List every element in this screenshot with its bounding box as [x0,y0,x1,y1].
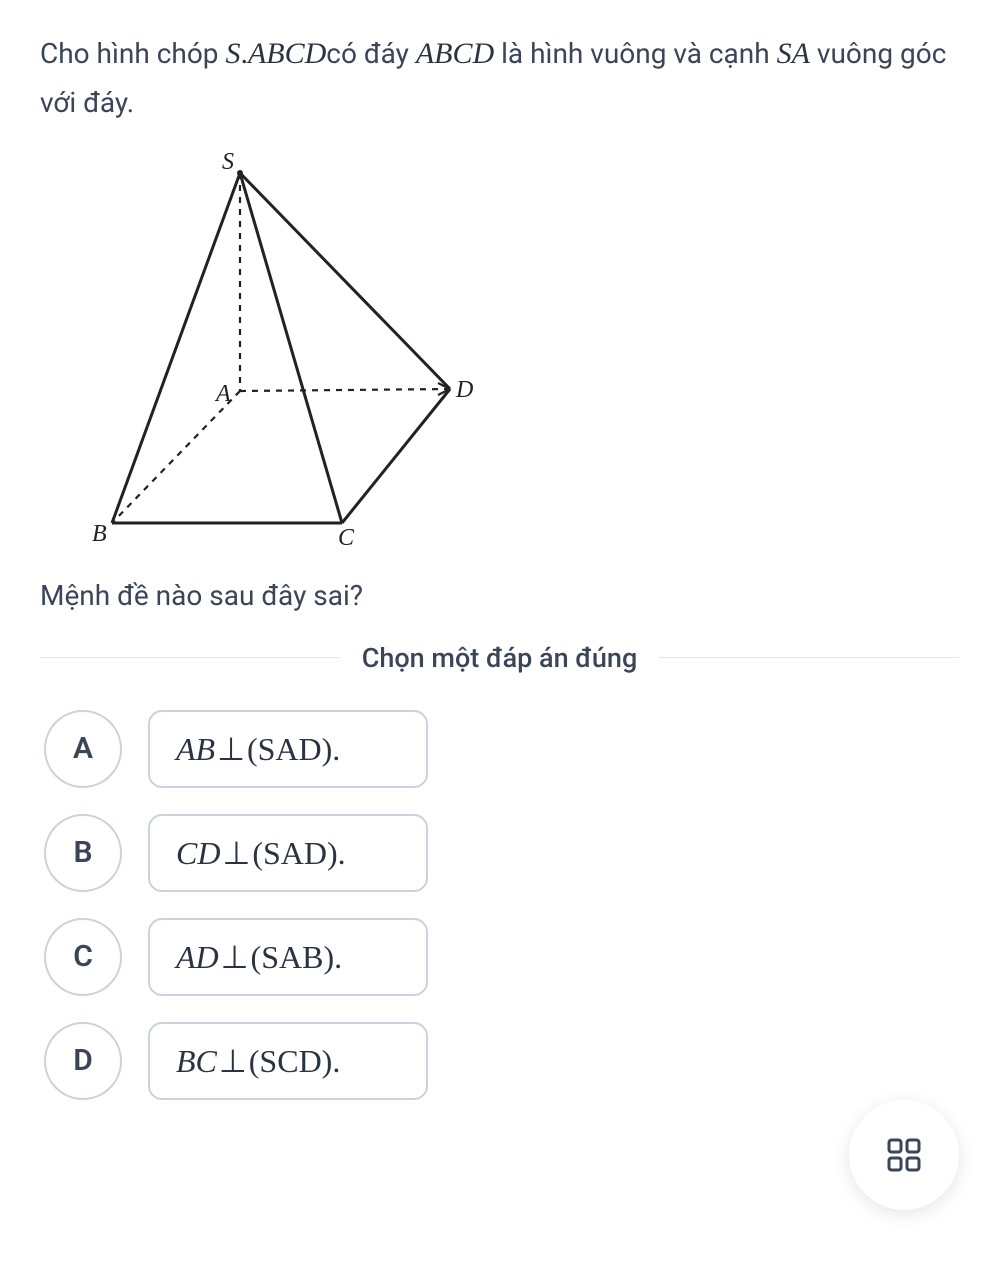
option-letter-d[interactable]: D [44,1022,122,1100]
instruction-divider: Chọn một đáp án đúng [40,642,959,674]
q-math2: ABCD [416,37,494,70]
grid-icon [885,1136,923,1174]
divider-left [40,657,340,658]
option-d[interactable]: D BC⊥(SCD). [44,1022,959,1100]
label-S: S [222,149,234,175]
pyramid-diagram: A S D B C [80,145,959,559]
q-part3: là hình vuông và cạnh [494,37,776,70]
q-math1: S.ABCD [225,37,326,70]
q-part1: Cho hình chóp [40,37,225,70]
option-letter-c[interactable]: C [44,918,122,996]
question-text: Cho hình chóp S.ABCDcó đáy ABCD là hình … [40,28,959,127]
label-B: B [92,521,107,547]
option-box-d[interactable]: BC⊥(SCD). [148,1022,428,1100]
option-box-c[interactable]: AD⊥(SAB). [148,918,428,996]
label-D: D [455,377,473,403]
option-letter-a[interactable]: A [44,710,122,788]
divider-right [659,657,959,658]
instruction-text: Chọn một đáp án đúng [340,642,660,674]
option-letter-b[interactable]: B [44,814,122,892]
q-math3: SA [777,37,810,70]
option-box-a[interactable]: AB⊥(SAD). [148,710,428,788]
subquestion-text: Mệnh đề nào sau đây sai? [40,579,959,612]
options-list: A AB⊥(SAD). B CD⊥(SAD). C AD⊥(SAB). D BC… [44,710,959,1100]
option-box-b[interactable]: CD⊥(SAD). [148,814,428,892]
option-a[interactable]: A AB⊥(SAD). [44,710,959,788]
option-b[interactable]: B CD⊥(SAD). [44,814,959,892]
label-C: C [338,525,355,551]
grid-menu-button[interactable] [849,1100,959,1210]
option-c[interactable]: C AD⊥(SAB). [44,918,959,996]
q-part2: có đáy [326,37,416,70]
